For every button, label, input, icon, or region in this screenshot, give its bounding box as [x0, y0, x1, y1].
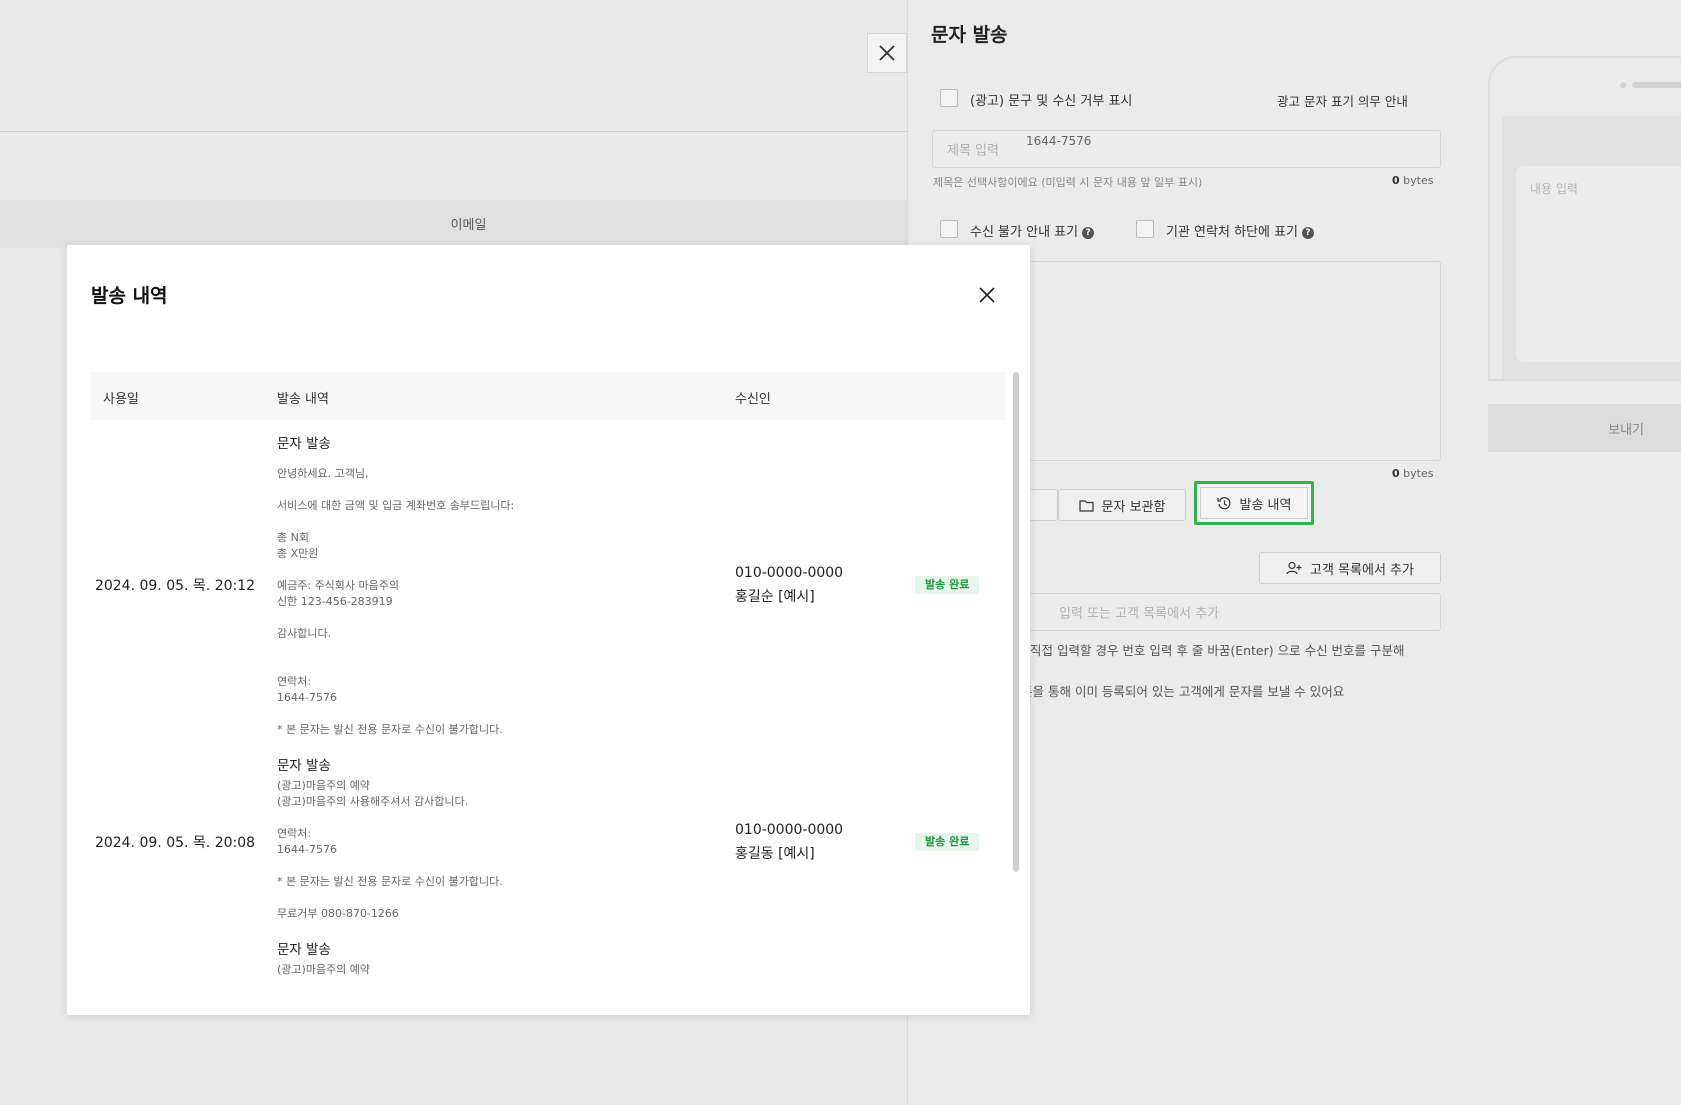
- add-from-customers-label: 고객 목록에서 추가: [1310, 562, 1414, 578]
- recipient-name: 홍길동 [예시]: [735, 846, 815, 862]
- history-button[interactable]: 발송 내역: [1194, 481, 1314, 525]
- divider: [0, 131, 907, 132]
- drawer-title: 문자 발송: [931, 24, 1008, 46]
- send-button[interactable]: 보내기: [1488, 404, 1681, 452]
- subject-placeholder: 제목 입력: [947, 143, 999, 159]
- row-message-title: 문자 발송: [277, 436, 331, 452]
- row-message-body: (광고)마음주의 예약: [277, 963, 371, 976]
- bytes-unit: bytes: [1403, 174, 1434, 187]
- help-icon[interactable]: ?: [1302, 227, 1314, 239]
- row-recipient: 010-0000-0000 홍길동 [예시]: [735, 818, 843, 866]
- body-bytes-value: 0: [1392, 467, 1400, 480]
- org-contact-label: 기관 연락처 하단에 표기?: [1166, 221, 1314, 240]
- row-date: 2024. 09. 05. 목. 20:12: [94, 578, 256, 594]
- close-icon: [879, 45, 895, 61]
- preview-content-placeholder: 내용 입력: [1530, 182, 1578, 196]
- folder-icon: [1078, 499, 1094, 512]
- status-badge: 발송 완료: [915, 833, 980, 851]
- modal-title: 발송 내역: [91, 285, 168, 307]
- org-contact-label-text: 기관 연락처 하단에 표기: [1166, 225, 1298, 240]
- row-content: 문자 발송 (광고)마음주의 예약 (광고)마음주의 사용해주셔서 감사합니다.…: [277, 756, 707, 922]
- recipient-name: 홍길순 [예시]: [735, 589, 815, 605]
- add-user-icon: [1286, 561, 1302, 575]
- table-body: 2024. 09. 05. 목. 20:12 문자 발송 안녕하세요. 고객님,…: [91, 420, 1005, 1015]
- row-message-body: 안녕하세요. 고객님, 서비스에 대한 금액 및 입금 계좌번호 송부드립니다:…: [277, 467, 515, 736]
- row-content: 문자 발송 안녕하세요. 고객님, 서비스에 대한 금액 및 입금 계좌번호 송…: [277, 434, 707, 738]
- saved-messages-label: 문자 보관함: [1101, 499, 1166, 515]
- unreceivable-checkbox[interactable]: [940, 220, 958, 238]
- subject-bytes: 0 bytes: [1392, 174, 1433, 187]
- help-icon[interactable]: ?: [1082, 227, 1095, 239]
- phone-speaker: [1632, 82, 1681, 88]
- preview-sender-number: 1644-7576: [1026, 134, 1092, 148]
- table-header: 사용일 발송 내역 수신인: [91, 372, 1005, 420]
- row-recipient: 010-0000-0000 홍길순 [예시]: [735, 561, 843, 609]
- tab-email[interactable]: 이메일: [400, 214, 537, 233]
- status-badge: 발송 완료: [915, 576, 980, 594]
- drawer-close-button[interactable]: [867, 33, 907, 73]
- modal-close-button[interactable]: [973, 281, 1001, 309]
- row-message-title: 문자 발송: [277, 758, 331, 774]
- column-header-date: 사용일: [103, 392, 139, 407]
- send-history-modal: 발송 내역 사용일 발송 내역 수신인 2024. 09. 05. 목. 20:…: [67, 245, 1030, 1015]
- subject-input[interactable]: 제목 입력: [932, 130, 1441, 168]
- body-bytes: 0 bytes: [1392, 467, 1433, 480]
- scrollbar[interactable]: [1013, 372, 1019, 872]
- ad-notice-link[interactable]: 광고 문자 표기 의무 안내: [1277, 91, 1408, 110]
- close-icon: [979, 287, 995, 303]
- preview-message-bubble: 내용 입력: [1516, 166, 1681, 362]
- history-button-border: [1200, 487, 1308, 519]
- column-header-content: 발송 내역: [277, 392, 329, 407]
- bytes-unit: bytes: [1403, 467, 1434, 480]
- row-content: 문자 발송 (광고)마음주의 예약: [277, 940, 707, 978]
- org-contact-checkbox[interactable]: [1136, 220, 1154, 238]
- unreceivable-label: 수신 불가 안내 표기?: [970, 221, 1095, 240]
- recipient-phone: 010-0000-0000: [735, 565, 844, 581]
- column-header-recipient: 수신인: [735, 392, 771, 407]
- saved-messages-button[interactable]: 문자 보관함: [1058, 489, 1186, 521]
- row-message-body: (광고)마음주의 예약 (광고)마음주의 사용해주셔서 감사합니다. 연락처: …: [277, 779, 503, 920]
- unreceivable-label-text: 수신 불가 안내 표기: [970, 225, 1079, 240]
- row-date: 2024. 09. 05. 목. 20:08: [94, 835, 256, 851]
- row-message-title: 문자 발송: [277, 942, 331, 958]
- phone-notch: [1620, 82, 1626, 88]
- history-table: 사용일 발송 내역 수신인 2024. 09. 05. 목. 20:12 문자 …: [91, 372, 1005, 1015]
- ad-checkbox-label: (광고) 문구 및 수신 거부 표시: [970, 94, 1133, 109]
- subject-hint: 제목은 선택사항이에요 (미입력 시 문자 내용 앞 일부 표시): [933, 176, 1203, 189]
- subject-bytes-value: 0: [1392, 174, 1400, 187]
- table-row[interactable]: 2024. 09. 05. 목. 20:12 문자 발송 안녕하세요. 고객님,…: [91, 420, 1005, 750]
- ad-checkbox[interactable]: [940, 89, 958, 107]
- table-row[interactable]: 문자 발송 (광고)마음주의 예약: [91, 934, 1005, 1015]
- recipient-hint: 직접 입력할 경우 번호 입력 후 줄 바꿈(Enter) 으로 수신 번호를 …: [1030, 643, 1405, 658]
- recipient-placeholder: 입력 또는 고객 목록에서 추가: [1059, 606, 1220, 622]
- add-from-customers-button[interactable]: 고객 목록에서 추가: [1259, 552, 1441, 584]
- recipient-phone: 010-0000-0000: [735, 822, 844, 838]
- table-row[interactable]: 2024. 09. 05. 목. 20:08 문자 발송 (광고)마음주의 예약…: [91, 750, 1005, 934]
- recipient-hint: 튼을 통해 이미 등록되어 있는 고객에게 문자를 보낼 수 있어요: [1021, 684, 1345, 699]
